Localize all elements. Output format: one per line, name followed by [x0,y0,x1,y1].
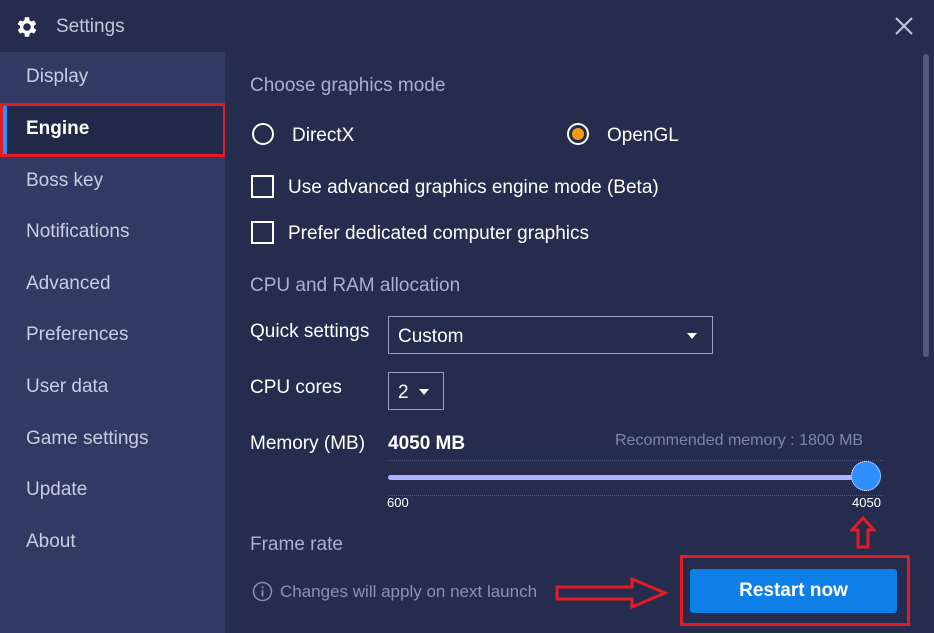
scrollbar-thumb[interactable] [923,54,929,357]
graphics-mode-title: Choose graphics mode [250,75,446,96]
cpu-cores-value: 2 [398,382,409,403]
quick-settings-dropdown[interactable]: Custom [388,316,713,354]
caret-down-icon [419,389,429,395]
sidebar-item-display[interactable]: Display [0,52,225,104]
sidebar-item-label: Display [26,66,89,87]
directx-radio[interactable] [252,123,274,145]
arrow-up-annotation-icon [850,516,876,549]
cpu-cores-dropdown[interactable]: 2 [388,372,444,410]
sidebar-item-label: Advanced [26,273,111,294]
sidebar-item-label: Preferences [26,324,129,345]
memory-slider-track[interactable] [388,475,866,480]
sidebar-item-label: User data [26,376,109,397]
close-icon[interactable] [893,15,915,37]
restart-now-button[interactable]: Restart now [690,569,897,613]
sidebar-item-label: Notifications [26,221,130,242]
quick-settings-label: Quick settings [250,321,370,342]
cpu-cores-label: CPU cores [250,377,342,398]
memory-value: 4050 MB [388,433,466,454]
gear-icon [17,17,37,37]
dedicated-graphics-checkbox[interactable] [251,221,274,244]
sidebar-item-advanced[interactable]: Advanced [0,259,225,311]
main-content: Choose graphics mode DirectX OpenGL Use … [225,52,934,633]
dedicated-graphics-label: Prefer dedicated computer graphics [288,223,589,244]
sidebar-item-preferences[interactable]: Preferences [0,310,225,362]
sidebar-item-label: Update [26,479,88,500]
sidebar-item-label: Boss key [26,170,104,191]
advanced-mode-label: Use advanced graphics engine mode (Beta) [288,177,659,198]
sidebar-item-notifications[interactable]: Notifications [0,207,225,259]
recommended-memory: Recommended memory : 1800 MB [615,432,864,449]
sidebar-item-boss-key[interactable]: Boss key [0,156,225,208]
arrow-right-annotation-icon [555,576,669,610]
window-title: Settings [56,16,125,37]
memory-slider-thumb[interactable] [851,461,881,491]
title-bar: Settings [0,0,934,52]
info-text: Changes will apply on next launch [280,582,538,601]
frame-rate-title: Frame rate [250,534,343,555]
directx-label: DirectX [292,125,355,146]
caret-down-icon [687,333,697,339]
slider-min-label: 600 [387,495,409,510]
sidebar-item-about[interactable]: About [0,517,225,569]
scrollbar[interactable] [919,52,934,633]
quick-settings-value: Custom [398,326,464,347]
engine-highlight-box [0,103,226,157]
sidebar-item-game-settings[interactable]: Game settings [0,414,225,466]
memory-label: Memory (MB) [250,433,366,454]
advanced-mode-checkbox[interactable] [251,175,274,198]
sidebar-item-label: About [26,531,76,552]
sidebar-item-label: Game settings [26,428,149,449]
sidebar-item-user-data[interactable]: User data [0,362,225,414]
info-icon [252,581,273,602]
opengl-label: OpenGL [607,125,679,146]
opengl-radio[interactable] [567,123,589,145]
slider-max-label: 4050 [852,495,881,510]
sidebar-item-update[interactable]: Update [0,465,225,517]
allocation-title: CPU and RAM allocation [250,275,461,296]
